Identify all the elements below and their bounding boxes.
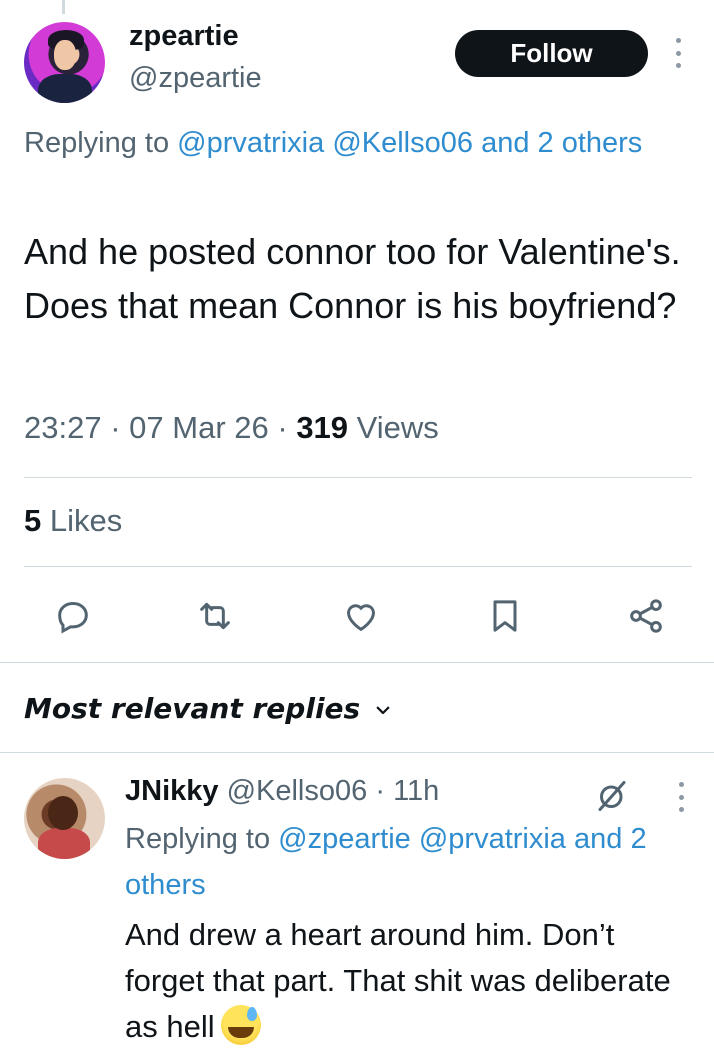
separator-dot: ·	[277, 410, 288, 445]
reply-header: JNikky @Kellso06 · 11h	[125, 775, 439, 808]
divider	[24, 566, 692, 567]
chevron-down-icon	[376, 706, 390, 715]
reply-text: And drew a heart around him. Don’t forge…	[125, 917, 671, 1044]
bookmark-icon[interactable]	[483, 596, 527, 636]
reply-display-name[interactable]: JNikky	[125, 775, 219, 807]
tweet-time[interactable]: 23:27	[24, 410, 102, 445]
likes-count: 5	[24, 503, 42, 538]
divider	[24, 477, 692, 478]
mention-link[interactable]: @prvatrixia	[419, 823, 566, 855]
tweet-text: And he posted connor too for Valentine's…	[24, 231, 681, 326]
replying-prefix: Replying to	[125, 823, 279, 855]
reply-replying-to: Replying to @zpeartie @prvatrixia and 2 …	[125, 816, 695, 908]
likes-label: Likes	[49, 503, 123, 538]
reply-author-avatar[interactable]	[24, 778, 105, 859]
separator-dot: ·	[110, 410, 121, 445]
follow-button[interactable]: Follow	[455, 30, 648, 77]
separator-dot: ·	[375, 775, 385, 807]
replies-sort-label: Most relevant replies	[24, 692, 361, 725]
tweet-meta: 23:27 · 07 Mar 26 · 319 Views	[24, 410, 439, 446]
replies-sort-dropdown[interactable]: Most relevant replies	[24, 692, 392, 725]
divider	[0, 662, 714, 663]
mention-link[interactable]: @prvatrixia	[177, 127, 324, 159]
likes-summary[interactable]: 5 Likes	[24, 503, 122, 539]
replying-to: Replying to @prvatrixia @Kellso06 and 2 …	[24, 120, 694, 166]
author-display-name[interactable]: zpeartie	[129, 20, 239, 53]
reply-handle[interactable]: @Kellso06	[227, 775, 368, 807]
divider	[0, 752, 714, 753]
mention-link[interactable]: @Kellso06	[332, 127, 473, 159]
others-link[interactable]: and 2 others	[481, 127, 642, 159]
share-icon[interactable]	[624, 596, 668, 636]
author-handle[interactable]: @zpeartie	[129, 62, 262, 95]
sweat-smile-emoji-icon	[220, 1005, 261, 1045]
more-options-icon[interactable]	[671, 782, 691, 812]
retweet-icon[interactable]	[193, 596, 237, 636]
more-options-icon[interactable]	[668, 38, 688, 68]
grok-icon[interactable]	[594, 778, 630, 814]
like-icon[interactable]	[339, 596, 383, 636]
views-count: 319	[296, 410, 349, 445]
author-avatar[interactable]	[24, 22, 105, 103]
reply-text-container: And drew a heart around him. Don’t forge…	[125, 912, 695, 1050]
tweet-date[interactable]: 07 Mar 26	[129, 410, 269, 445]
views-label: Views	[356, 410, 439, 445]
reply-icon[interactable]	[51, 596, 95, 636]
replying-prefix: Replying to	[24, 127, 178, 159]
thread-connector-line	[62, 0, 65, 14]
mention-link[interactable]: @zpeartie	[278, 823, 411, 855]
reply-time[interactable]: 11h	[393, 775, 439, 807]
